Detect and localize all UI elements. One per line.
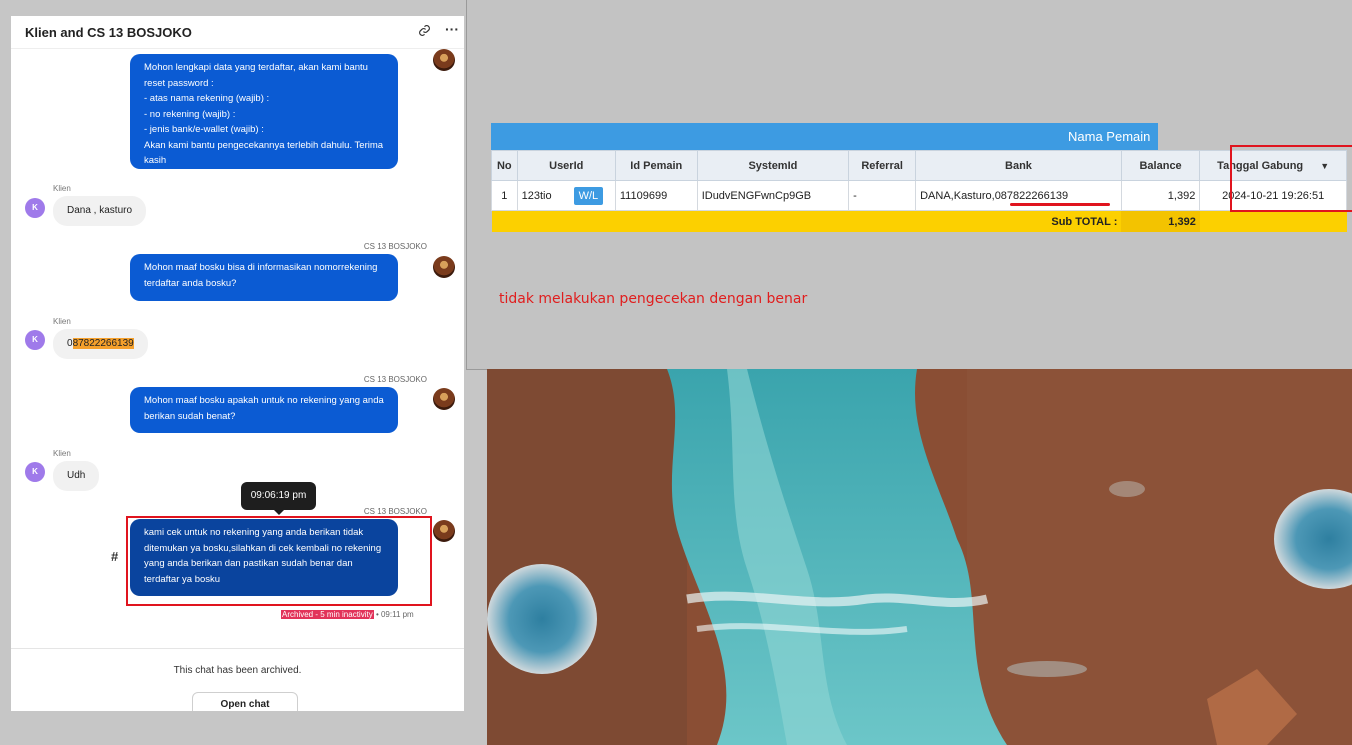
annotation-underline (1010, 203, 1110, 206)
cell-id-pemain: 11109699 (614, 180, 698, 211)
cell-no: 1 (491, 180, 518, 211)
client-avatar: K (25, 198, 45, 218)
more-icon[interactable]: ··· (445, 21, 459, 37)
sender-label: CS 13 BOSJOKO (363, 375, 427, 384)
highlighted-number: 87822266139 (72, 338, 134, 349)
sender-label: Klien (53, 449, 71, 458)
chat-footer: This chat has been archived. Open chat (11, 648, 464, 711)
time-tooltip: 09:06:19 pm (241, 482, 316, 510)
admin-window: Nama Pemain No UserId Id Pemain SystemId… (466, 0, 1352, 370)
agent-message: Mohon maaf bosku apakah untuk no rekenin… (130, 387, 398, 433)
col-referral[interactable]: Referral (848, 150, 917, 181)
message-status: Archived - 5 min inactivity • 09:11 pm (281, 610, 414, 619)
table-row: 1 123tio W/L 11109699 IDudvENGFwnCp9GB - … (491, 180, 1347, 211)
player-data-table: No UserId Id Pemain SystemId Referral Ba… (491, 150, 1347, 232)
agent-avatar (433, 388, 455, 410)
cell-balance: 1,392 (1120, 180, 1201, 211)
table-title: Nama Pemain (1068, 123, 1159, 150)
cell-systemid: IDudvENGFwnCp9GB (696, 180, 850, 211)
client-message: Udh (53, 461, 100, 491)
client-message: Dana , kasturo (53, 196, 147, 226)
coastline-image (487, 369, 1352, 745)
client-message: 087822266139 (53, 329, 148, 359)
sender-label: Klien (53, 184, 71, 193)
archived-tag: Archived - 5 min inactivity (281, 610, 374, 619)
annotation-box-date (1230, 145, 1352, 212)
sender-label: CS 13 BOSJOKO (363, 242, 427, 251)
background-photo (487, 369, 1352, 745)
sender-label: Klien (53, 317, 71, 326)
annotation-box (126, 516, 432, 606)
col-bank[interactable]: Bank (915, 150, 1122, 181)
col-id-pemain[interactable]: Id Pemain (614, 150, 698, 181)
client-avatar: K (25, 330, 45, 350)
tooltip-arrow (274, 510, 284, 515)
agent-avatar (433, 520, 455, 542)
hash-symbol: # (111, 549, 119, 564)
message-prefix: 0 (67, 338, 73, 349)
annotation-note: tidak melakukan pengecekan dengan benar (499, 291, 808, 307)
player-table-wrapper: Nama Pemain No UserId Id Pemain SystemId… (491, 123, 1352, 232)
subtotal-row: Sub TOTAL : 1,392 (491, 210, 1347, 232)
agent-message: Mohon maaf bosku bisa di informasikan no… (130, 254, 398, 301)
col-userid[interactable]: UserId (516, 150, 616, 181)
archived-notice: This chat has been archived. (173, 665, 302, 676)
chat-header: Klien and CS 13 BOSJOKO ··· (11, 16, 464, 49)
open-chat-button[interactable]: Open chat (192, 692, 298, 711)
cell-bank: DANA,Kasturo,087822266139 (915, 180, 1122, 211)
wl-button[interactable]: W/L (573, 186, 604, 205)
status-time: • 09:11 pm (375, 610, 414, 619)
subtotal-value: 1,392 (1121, 210, 1200, 232)
agent-avatar (433, 256, 455, 278)
cell-referral: - (848, 180, 917, 211)
col-no[interactable]: No (491, 150, 518, 181)
chat-window: Klien and CS 13 BOSJOKO ··· Mohon lengka… (11, 16, 464, 711)
agent-avatar (433, 49, 455, 71)
col-balance[interactable]: Balance (1120, 150, 1201, 181)
subtotal-label: Sub TOTAL : (491, 210, 1122, 232)
sender-label: CS 13 BOSJOKO (363, 507, 427, 516)
col-systemid[interactable]: SystemId (696, 150, 850, 181)
subtotal-empty (1199, 210, 1347, 232)
client-avatar: K (25, 462, 45, 482)
player-table: Nama Pemain (491, 123, 1159, 150)
cell-userid: 123tio W/L (516, 180, 616, 211)
agent-message: Mohon lengkapi data yang terdaftar, akan… (130, 54, 398, 169)
chat-title: Klien and CS 13 BOSJOKO (25, 25, 192, 40)
link-icon[interactable] (418, 24, 431, 40)
